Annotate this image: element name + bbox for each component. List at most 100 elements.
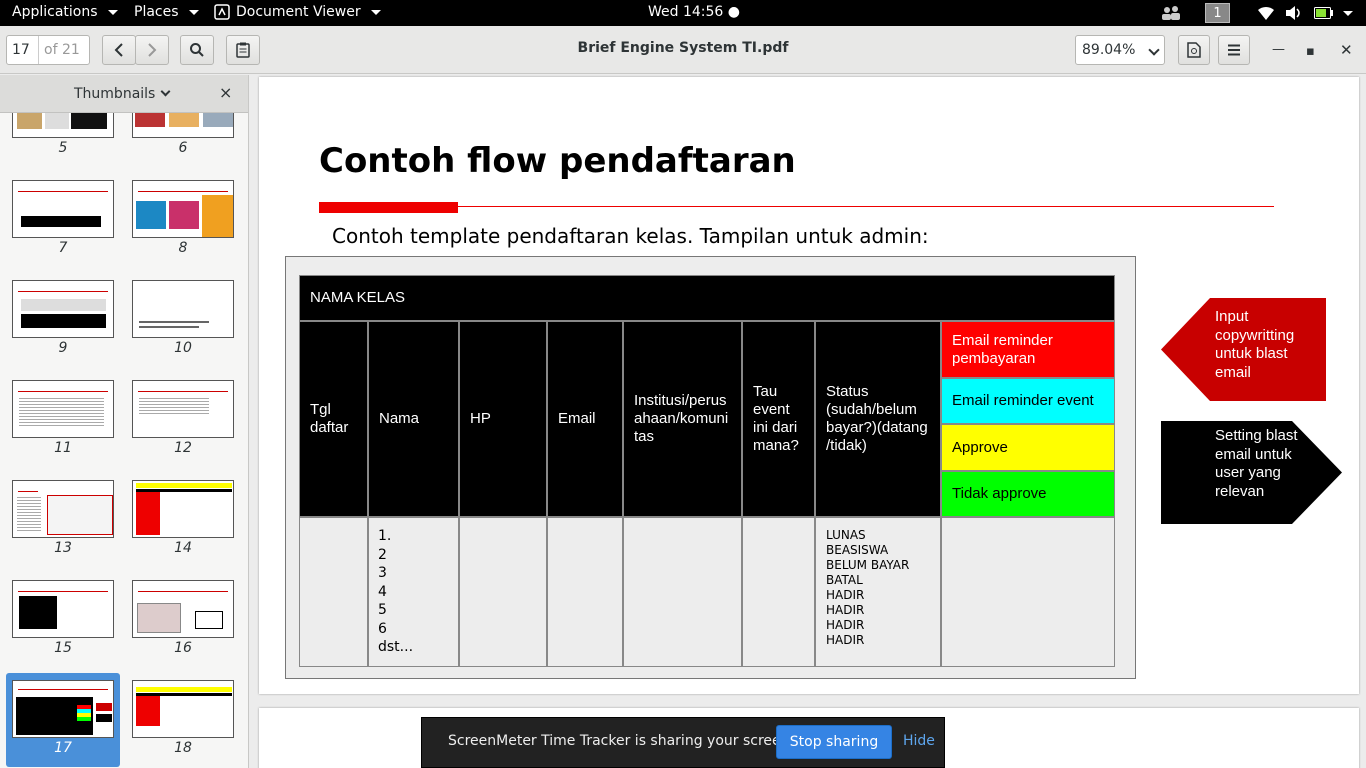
thumbnail-label: 11 xyxy=(54,440,72,456)
document-search-icon xyxy=(1187,42,1201,58)
column-header: Status (sudah/belum bayar?)(datang /tida… xyxy=(815,321,941,517)
clipboard-icon xyxy=(236,42,250,58)
column-header: Institusi/perus ahaan/komuni tas xyxy=(623,321,742,517)
list-item: 3 xyxy=(378,565,387,581)
list-item: LUNAS xyxy=(826,528,866,542)
callout-blast-setting: Setting blast email untuk user yang rele… xyxy=(1161,421,1342,524)
title-underline xyxy=(319,206,1274,207)
thumbnail-label: 5 xyxy=(58,140,68,156)
maximize-icon[interactable]: ▪ xyxy=(1306,44,1315,59)
document-view[interactable]: Contoh flow pendaftaran Contoh template … xyxy=(250,75,1366,768)
page-number-field[interactable]: 17 of 21 xyxy=(6,35,90,65)
list-item: BELUM BAYAR xyxy=(826,558,910,572)
main-menu-button[interactable] xyxy=(1218,35,1250,65)
system-menu-caret-icon[interactable] xyxy=(1343,11,1353,16)
document-properties-button[interactable] xyxy=(1178,35,1210,65)
thumbnail-label: 15 xyxy=(54,640,72,656)
callout-copywriting: Input copywritting untuk blast email xyxy=(1161,298,1326,401)
name-list: 1. 2 3 4 5 6 dst... xyxy=(378,527,413,657)
thumbnail-label: 6 xyxy=(178,140,188,156)
list-item: dst... xyxy=(378,639,414,655)
pdf-page: Contoh flow pendaftaran Contoh template … xyxy=(259,77,1359,694)
data-cell xyxy=(742,517,815,667)
sidebar-header[interactable]: Thumbnails × xyxy=(0,75,248,113)
list-item: HADIR xyxy=(826,618,865,632)
battery-icon[interactable] xyxy=(1314,7,1334,19)
people-icon[interactable] xyxy=(1161,5,1181,21)
chevron-right-icon xyxy=(148,43,157,57)
thumbnail-page-10[interactable] xyxy=(132,280,234,338)
wifi-icon[interactable] xyxy=(1257,5,1275,21)
thumbnail-page-9[interactable] xyxy=(12,280,114,338)
notification-message: ScreenMeter Time Tracker is sharing your… xyxy=(448,733,794,749)
caret-down-icon xyxy=(370,9,381,15)
class-name-header: NAMA KELAS xyxy=(299,275,1115,321)
thumbnail-page-6[interactable] xyxy=(132,113,234,138)
close-sidebar-icon[interactable]: × xyxy=(219,83,232,102)
thumbnail-page-7[interactable] xyxy=(12,180,114,238)
screen-sharing-notification: ScreenMeter Time Tracker is sharing your… xyxy=(421,717,945,768)
clock[interactable]: Wed 14:56 ● xyxy=(648,4,740,20)
notification-dot-icon: ● xyxy=(727,4,740,20)
slide-title: Contoh flow pendaftaran xyxy=(319,141,796,181)
title-accent-bar xyxy=(319,202,458,213)
list-item: 4 xyxy=(378,583,387,600)
annotations-button[interactable] xyxy=(226,35,260,65)
chevron-down-icon[interactable] xyxy=(160,86,171,97)
previous-page-button[interactable] xyxy=(102,35,136,65)
places-label: Places xyxy=(134,4,179,20)
thumbnail-page-5[interactable] xyxy=(12,113,114,138)
zoom-select[interactable]: 89.04% xyxy=(1075,35,1165,65)
close-icon[interactable]: ✕ xyxy=(1340,41,1353,59)
thumbnail-page-11[interactable] xyxy=(12,380,114,438)
list-item: HADIR xyxy=(826,633,865,647)
thumbnail-page-14[interactable] xyxy=(132,480,234,538)
next-page-button[interactable] xyxy=(135,35,169,65)
column-header: Nama xyxy=(368,321,459,517)
page-total-label: of 21 xyxy=(44,42,80,58)
thumbnail-page-13[interactable] xyxy=(12,480,114,538)
data-cell xyxy=(623,517,742,667)
thumbnail-page-12[interactable] xyxy=(132,380,234,438)
list-item: 1. xyxy=(378,528,392,544)
hamburger-menu-icon xyxy=(1228,44,1240,56)
thumbnail-page-17[interactable] xyxy=(12,680,114,738)
thumbnail-label: 7 xyxy=(58,240,68,256)
column-header: Email xyxy=(547,321,623,517)
app-menu-label: Document Viewer xyxy=(236,4,361,20)
clock-label: Wed 14:56 xyxy=(648,4,724,20)
thumbnail-page-18[interactable] xyxy=(132,680,234,738)
admin-table-mockup: NAMA KELAS Tgl daftar Nama HP Email Inst… xyxy=(285,256,1136,679)
places-menu[interactable]: Places xyxy=(134,4,199,20)
sidebar-mode-label[interactable]: Thumbnails xyxy=(74,86,155,102)
stop-sharing-button[interactable]: Stop sharing xyxy=(776,725,892,759)
thumbnail-label: 18 xyxy=(174,740,192,756)
thumbnail-label: 9 xyxy=(58,340,68,356)
caret-down-icon xyxy=(107,9,118,15)
status-list: LUNAS BEASISWA BELUM BAYAR BATAL HADIR H… xyxy=(826,528,909,648)
workspace-indicator[interactable]: 1 xyxy=(1205,3,1230,23)
list-item: 6 xyxy=(378,620,387,637)
thumbnail-page-8[interactable] xyxy=(132,180,234,238)
search-button[interactable] xyxy=(180,35,214,65)
thumbnail-page-15[interactable] xyxy=(12,580,114,638)
thumbnail-label: 16 xyxy=(174,640,192,656)
current-page-input[interactable]: 17 xyxy=(7,36,39,64)
email-event-reminder-action: Email reminder event xyxy=(941,378,1115,424)
thumbnail-label: 8 xyxy=(178,240,188,256)
applications-label: Applications xyxy=(12,4,98,20)
applications-menu[interactable]: Applications xyxy=(12,4,118,20)
hide-link[interactable]: Hide xyxy=(903,733,935,749)
thumbnail-label: 13 xyxy=(54,540,72,556)
volume-icon[interactable] xyxy=(1285,5,1303,21)
slide-subtitle: Contoh template pendaftaran kelas. Tampi… xyxy=(332,224,929,248)
column-header: HP xyxy=(459,321,547,517)
thumbnail-label: 12 xyxy=(174,440,192,456)
document-viewer-icon xyxy=(214,4,230,20)
callout-black-text: Setting blast email untuk user yang rele… xyxy=(1215,427,1298,500)
app-menu[interactable]: Document Viewer xyxy=(214,4,381,20)
minimize-icon[interactable]: — xyxy=(1272,42,1285,57)
list-item: BEASISWA xyxy=(826,543,889,557)
list-item: BATAL xyxy=(826,573,863,587)
thumbnail-page-16[interactable] xyxy=(132,580,234,638)
